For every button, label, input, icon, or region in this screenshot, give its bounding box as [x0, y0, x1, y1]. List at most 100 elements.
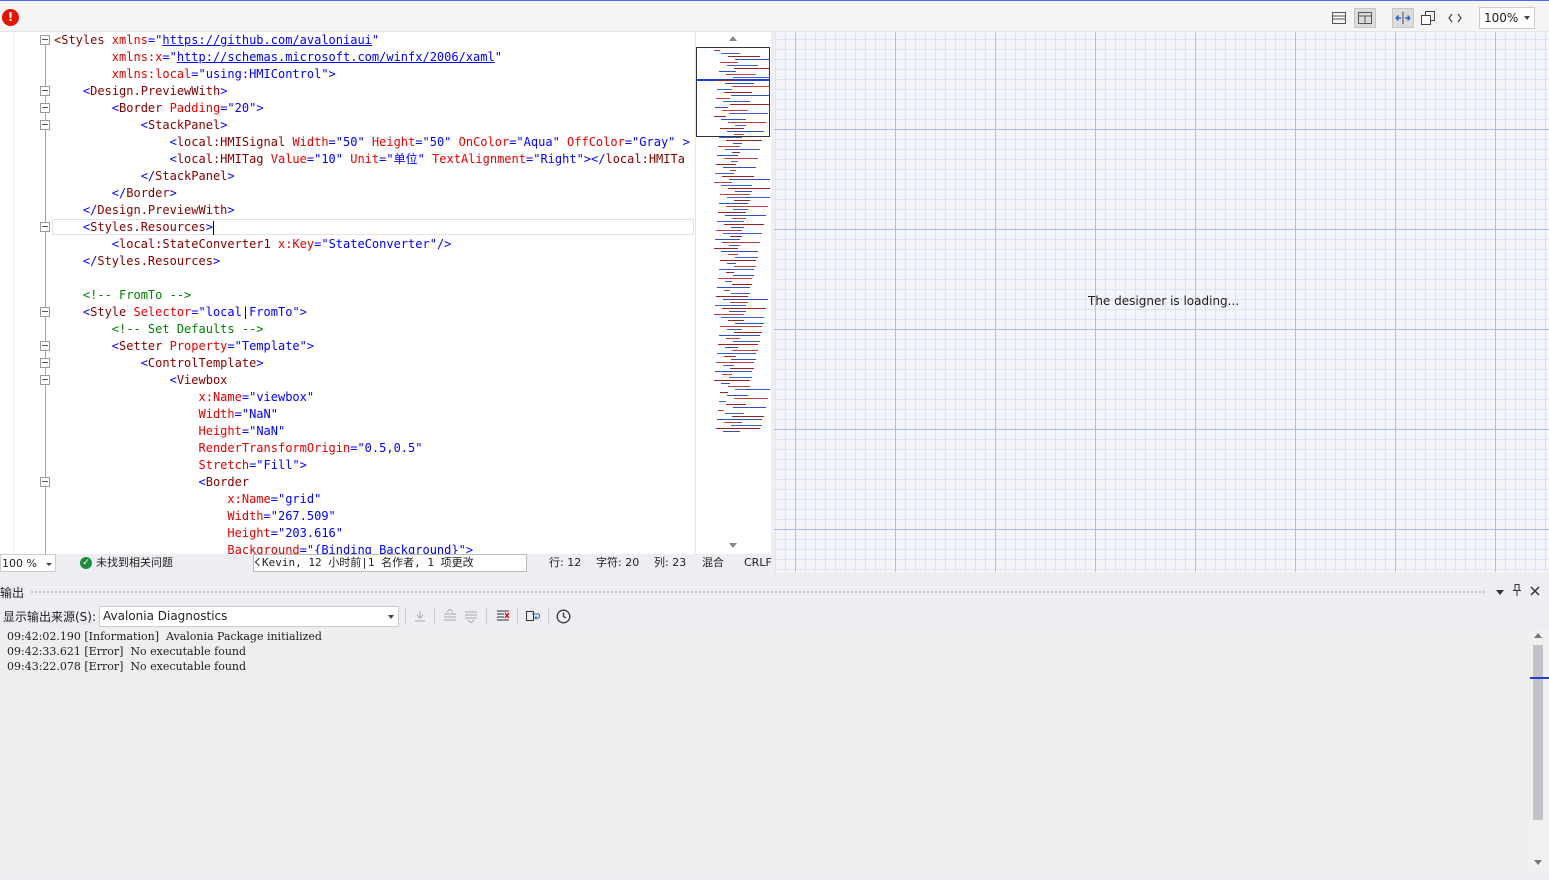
code-line[interactable]: <Design.PreviewWith> [54, 83, 228, 100]
minimap-line [733, 209, 748, 210]
minimap-line [723, 167, 756, 168]
minimap-line [722, 374, 732, 375]
code-line[interactable]: Height="203.616" [54, 525, 343, 542]
code-line[interactable]: </StackPanel> [54, 168, 235, 185]
tab-mode[interactable]: 混合 [702, 554, 724, 572]
find-message-icon[interactable] [411, 607, 429, 625]
word-wrap-icon[interactable] [524, 607, 542, 625]
code-line[interactable]: Height="NaN" [54, 423, 286, 440]
minimap-line [727, 395, 748, 396]
minimap-line [735, 323, 764, 324]
code-line[interactable]: <Setter Property="Template"> [54, 338, 314, 355]
code-minimap[interactable] [695, 32, 771, 554]
minimap-line [721, 185, 752, 186]
code-line[interactable]: Width="NaN" [54, 406, 279, 423]
code-token: 50 [429, 135, 445, 149]
toolbar-separator [517, 608, 518, 624]
minimap-line [717, 221, 744, 222]
text-caret [212, 220, 214, 235]
next-message-icon[interactable] [462, 607, 480, 625]
code-line[interactable]: xmlns:x="http://schemas.microsoft.com/wi… [54, 49, 502, 66]
code-line[interactable]: Width="267.509" [54, 508, 335, 525]
collapse-icon[interactable] [40, 341, 50, 351]
collapse-icon[interactable] [40, 358, 50, 368]
git-blame-info[interactable]: Kevin, 12 小时前|1 名作者, 1 项更改 [253, 554, 527, 572]
collapse-pane-icon[interactable] [1417, 8, 1439, 28]
clock-icon[interactable] [554, 607, 572, 625]
vertical-split-icon[interactable] [1354, 8, 1376, 28]
code-line[interactable]: <Viewbox [54, 372, 228, 389]
minimap-line [732, 152, 740, 153]
line-number[interactable]: 行: 12 [549, 554, 581, 572]
code-view-icon[interactable] [1444, 8, 1466, 28]
chevron-down-icon[interactable] [1493, 584, 1507, 600]
collapse-icon[interactable] [40, 375, 50, 385]
issues-status[interactable]: 未找到相关问题 [96, 554, 173, 572]
collapse-icon[interactable] [40, 86, 50, 96]
code-line[interactable]: <Styles.Resources> [54, 219, 214, 236]
minimap-line [720, 392, 728, 393]
code-token: " [417, 152, 433, 166]
minimap-line [729, 245, 740, 246]
editor-zoom-select[interactable]: 100 % [0, 554, 56, 572]
code-line[interactable]: <local:StateConverter1 x:Key="StateConve… [54, 236, 452, 253]
code-token: http://schemas.microsoft.com/winfx/2006/… [176, 50, 495, 64]
xaml-code-editor[interactable]: <Styles xmlns =" https://github.com/avalon… [0, 32, 695, 554]
scroll-up-icon[interactable] [1534, 633, 1542, 638]
swap-panes-icon[interactable] [1392, 8, 1414, 28]
char-number[interactable]: 字符: 20 [596, 554, 639, 572]
clear-all-icon[interactable] [494, 607, 512, 625]
code-line[interactable]: <local:HMISignal Width="50" Height="50" … [54, 134, 690, 151]
code-line[interactable]: Stretch="Fill"> [54, 457, 307, 474]
output-text-area[interactable]: 09:42:02.190 [Information] Avalonia Pack… [0, 629, 1530, 872]
code-line[interactable]: </Design.PreviewWith> [54, 202, 235, 219]
line-ending[interactable]: CRLF [744, 554, 772, 572]
collapse-icon[interactable] [40, 307, 50, 317]
code-line[interactable]: <local:HMITag Value="10" Unit="单位" TextA… [54, 151, 685, 168]
collapse-icon[interactable] [40, 477, 50, 487]
code-line[interactable]: Background="{Binding Background}"> [54, 542, 473, 554]
code-token: Height [227, 526, 271, 540]
output-panel-title[interactable]: 输出 [0, 584, 24, 601]
code-line[interactable]: xmlns:local="using:HMIControl"> [54, 66, 336, 83]
code-line[interactable]: <Border [54, 474, 249, 491]
code-line[interactable]: RenderTransformOrigin="0.5,0.5" [54, 440, 423, 457]
scroll-up-icon[interactable] [729, 36, 737, 41]
previous-message-icon[interactable] [441, 607, 459, 625]
code-line[interactable]: x:Name="viewbox" [54, 389, 315, 406]
scrollbar-thumb[interactable] [1533, 645, 1543, 820]
collapse-icon[interactable] [40, 35, 50, 45]
output-source-select[interactable]: Avalonia Diagnostics [99, 606, 399, 627]
close-icon[interactable] [1528, 584, 1542, 600]
log-line: 09:43:22.078 [Error] No executable found [7, 660, 247, 673]
minimap-line [715, 173, 734, 174]
horizontal-split-icon[interactable] [1328, 8, 1350, 28]
code-token: x:Name [227, 492, 271, 506]
code-line[interactable]: </Styles.Resources> [54, 253, 220, 270]
minimap-line [725, 83, 754, 84]
code-line[interactable]: </Border> [54, 185, 177, 202]
scroll-down-icon[interactable] [729, 543, 737, 548]
pin-icon[interactable] [1510, 584, 1524, 600]
code-line[interactable]: <!-- FromTo --> [54, 287, 191, 304]
collapse-icon[interactable] [40, 120, 50, 130]
code-line[interactable]: <ControlTemplate> [54, 355, 264, 372]
minimap-line [724, 356, 736, 357]
output-scrollbar[interactable] [1530, 629, 1549, 872]
code-token: TextAlignment [432, 152, 526, 166]
scroll-down-icon[interactable] [1534, 860, 1542, 865]
collapse-icon[interactable] [40, 103, 50, 113]
code-line[interactable]: <Styles xmlns="https://github.com/avalon… [54, 32, 379, 49]
panel-drag-handle[interactable] [30, 590, 1485, 595]
code-line[interactable]: <Style Selector="local|FromTo"> [54, 304, 307, 321]
designer-preview[interactable]: The designer is loading... [774, 32, 1549, 572]
collapse-icon[interactable] [40, 222, 50, 232]
designer-zoom-select[interactable]: 100% [1479, 7, 1535, 29]
code-line[interactable]: <StackPanel> [54, 117, 228, 134]
code-line[interactable]: <Border Padding="20"> [54, 100, 264, 117]
column-number[interactable]: 列: 23 [654, 554, 686, 572]
error-icon[interactable]: ! [2, 9, 19, 26]
code-line[interactable]: x:Name="grid" [54, 491, 321, 508]
code-line[interactable]: <!-- Set Defaults --> [54, 321, 264, 338]
